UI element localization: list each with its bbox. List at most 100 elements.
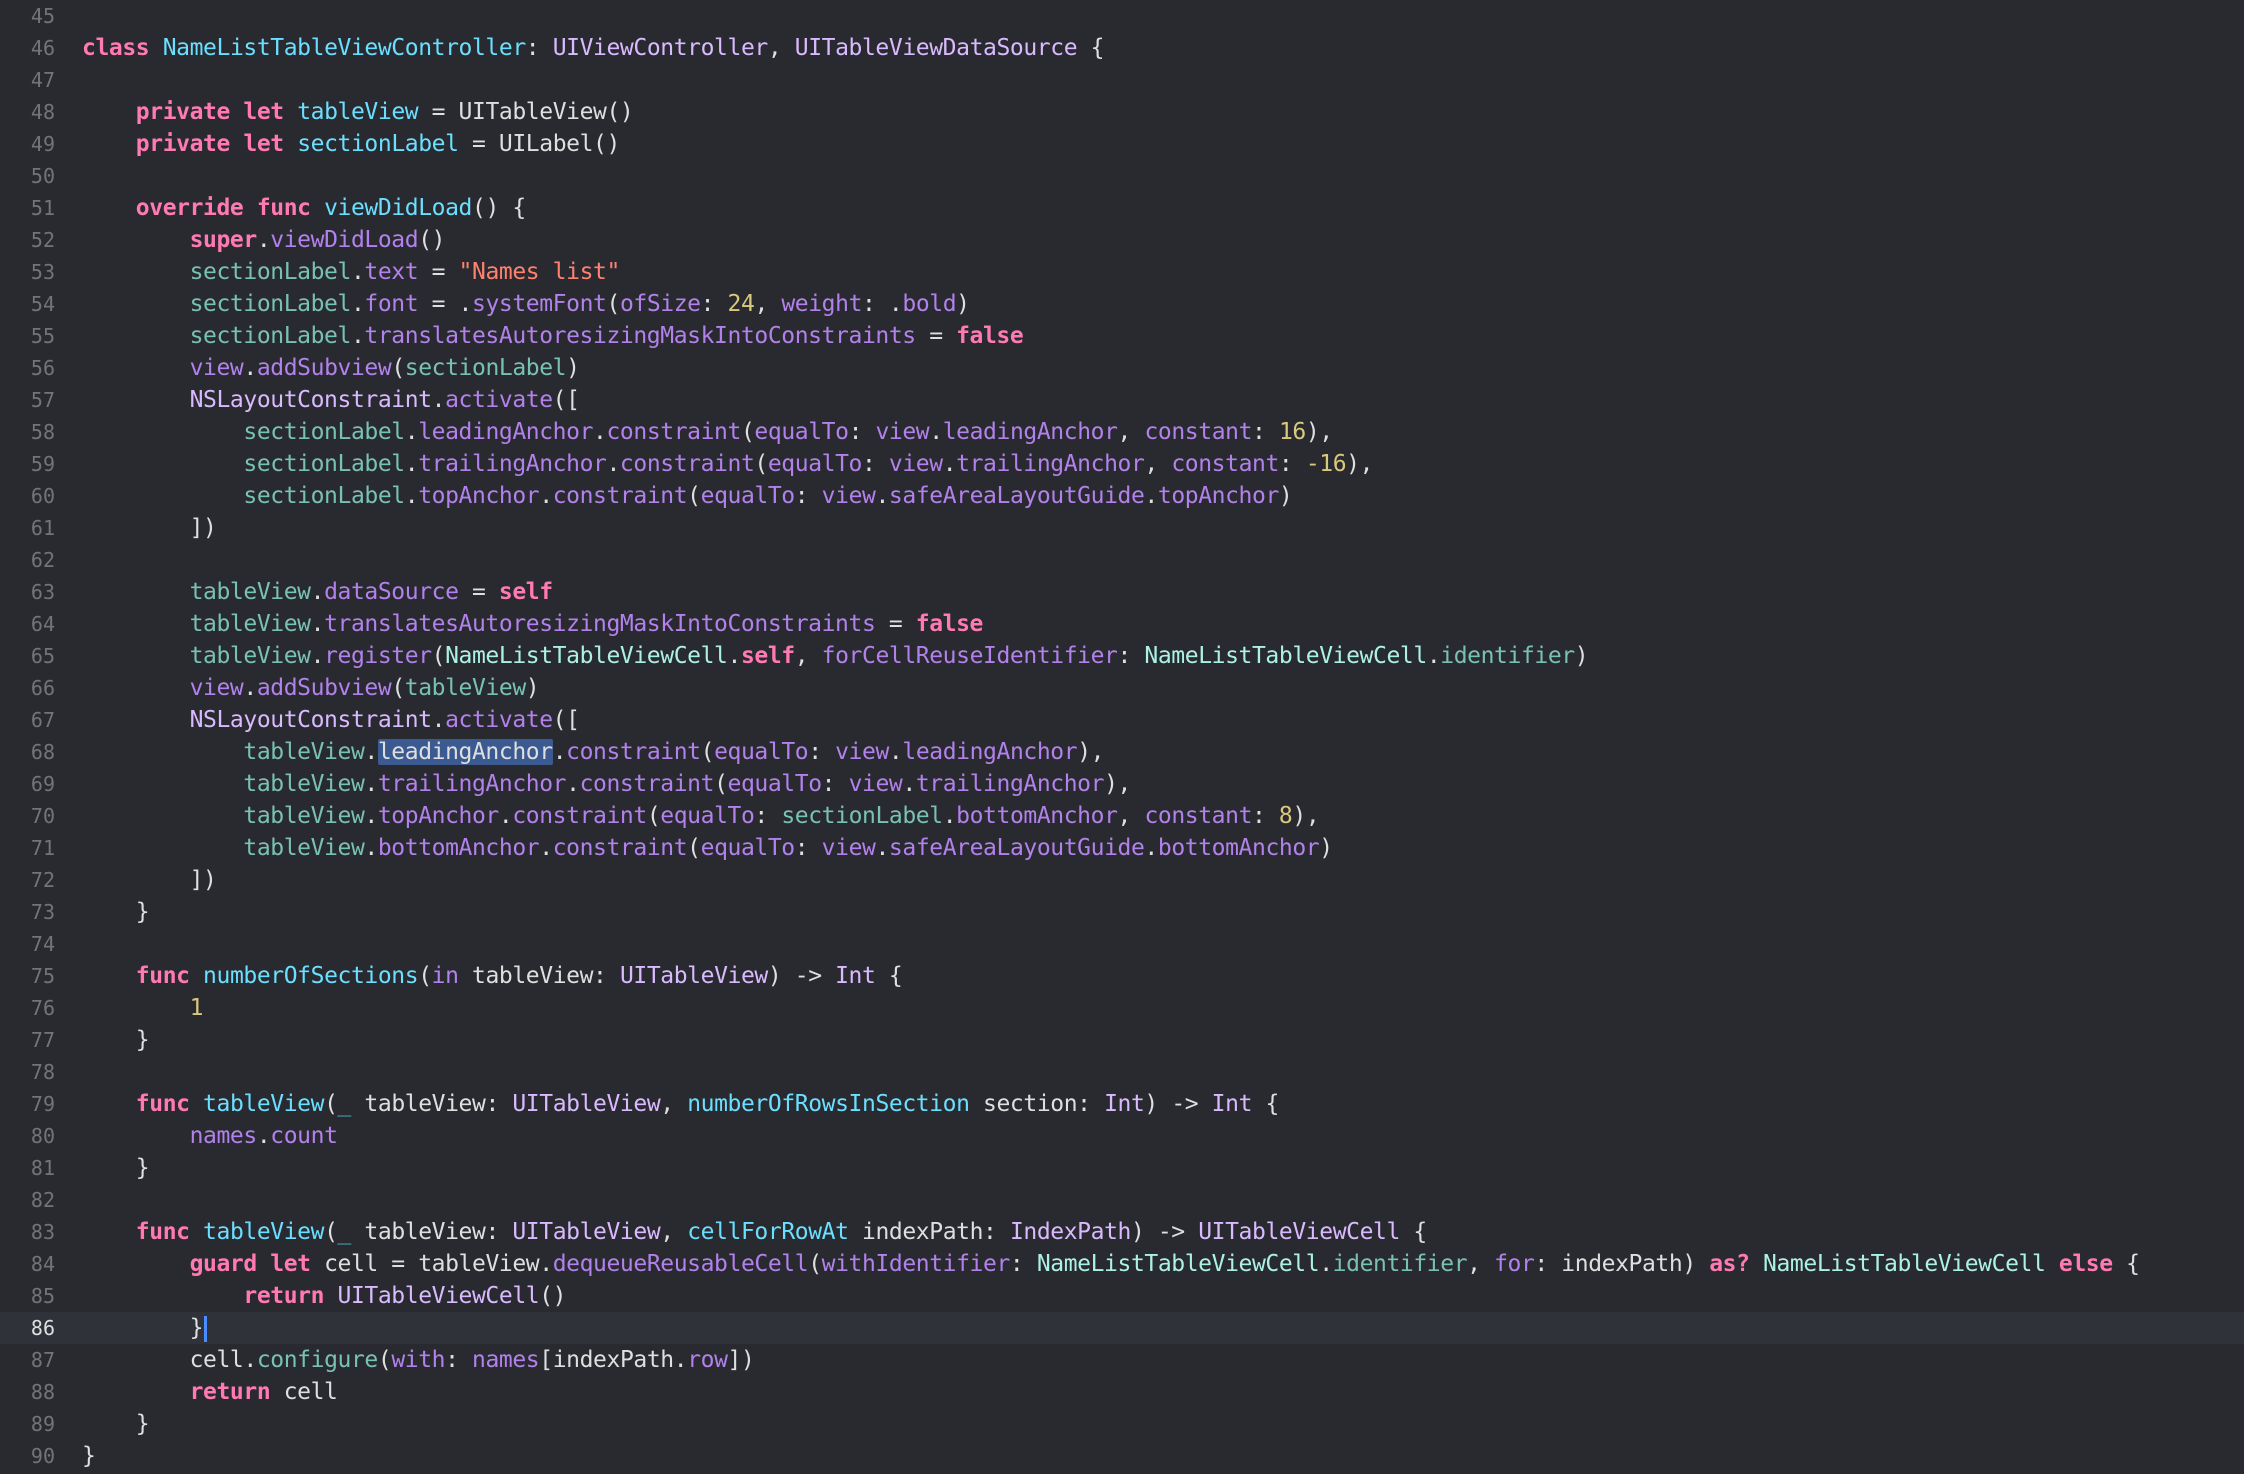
code-line[interactable]: 83 func tableView(_ tableView: UITableVi… [0,1216,2244,1248]
code-line[interactable]: 60 sectionLabel.topAnchor.constraint(equ… [0,480,2244,512]
line-code[interactable]: } [82,1024,150,1056]
code-line[interactable]: 80 names.count [0,1120,2244,1152]
line-code[interactable]: sectionLabel.leadingAnchor.constraint(eq… [82,416,1333,448]
line-code[interactable]: private let tableView = UITableView() [82,96,634,128]
code-line[interactable]: 66 view.addSubview(tableView) [0,672,2244,704]
code-line[interactable]: 87 cell.configure(with: names[indexPath.… [0,1344,2244,1376]
code-line[interactable]: 67 NSLayoutConstraint.activate([ [0,704,2244,736]
line-code[interactable]: } [82,1408,150,1440]
code-line[interactable]: 46 class NameListTableViewController: UIV… [0,32,2244,64]
code-line[interactable]: 62 [0,544,2244,576]
line-code[interactable]: } [82,1152,150,1184]
code-line[interactable]: 77 } [0,1024,2244,1056]
line-number: 52 [30,228,55,252]
code-line[interactable]: 84 guard let cell = tableView.dequeueReu… [0,1248,2244,1280]
code-line[interactable]: 76 1 [0,992,2244,1024]
code-line[interactable]: 63 tableView.dataSource = self [0,576,2244,608]
line-code[interactable]: func numberOfSections(in tableView: UITa… [82,960,903,992]
code-line[interactable]: 53 sectionLabel.text = "Names list" [0,256,2244,288]
code-line[interactable]: 70 tableView.topAnchor.constraint(equalT… [0,800,2244,832]
code-token: numberOfSections [203,963,419,989]
line-code[interactable]: ]) [82,864,217,896]
code-line[interactable]: 73 } [0,896,2244,928]
line-code[interactable]: view.addSubview(sectionLabel) [82,352,580,384]
line-code[interactable]: super.viewDidLoad() [82,224,446,256]
line-code[interactable]: tableView.leadingAnchor.constraint(equal… [82,736,1105,768]
code-line[interactable]: 55 sectionLabel.translatesAutoresizingMa… [0,320,2244,352]
code-token: weight [781,291,863,317]
code-line[interactable]: 45 [0,0,2244,32]
code-line[interactable]: 61 ]) [0,512,2244,544]
line-code[interactable]: guard let cell = tableView.dequeueReusab… [82,1248,2140,1280]
code-line[interactable]: 49 private let sectionLabel = UILabel() [0,128,2244,160]
line-code[interactable]: class NameListTableViewController: UIVie… [82,32,1104,64]
line-number: 73 [30,900,55,924]
line-code[interactable]: sectionLabel.font = .systemFont(ofSize: … [82,288,970,320]
line-code[interactable]: NSLayoutConstraint.activate([ [82,384,580,416]
code-line[interactable]: 64 tableView.translatesAutoresizingMaskI… [0,608,2244,640]
code-token: view [875,419,930,445]
code-line[interactable]: 89 } [0,1408,2244,1440]
code-line[interactable]: 88 return cell [0,1376,2244,1408]
code-token: , [1117,419,1145,445]
code-token: . [243,355,257,381]
line-code[interactable]: tableView.register(NameListTableViewCell… [82,640,1589,672]
code-editor[interactable]: 45 46 class NameListTableViewController: U… [0,0,2244,1474]
code-line[interactable]: 48 private let tableView = UITableView() [0,96,2244,128]
line-code[interactable]: names.count [82,1120,338,1152]
code-line[interactable]: 78 [0,1056,2244,1088]
code-line[interactable]: 85 return UITableViewCell() [0,1280,2244,1312]
line-code[interactable]: return UITableViewCell() [82,1280,566,1312]
code-token: , [1117,803,1145,829]
code-line[interactable]: 56 view.addSubview(sectionLabel) [0,352,2244,384]
code-line[interactable]: 74 [0,928,2244,960]
line-code[interactable]: 1 [82,992,204,1024]
line-code[interactable]: sectionLabel.topAnchor.constraint(equalT… [82,480,1292,512]
code-line[interactable]: 58 sectionLabel.leadingAnchor.constraint… [0,416,2244,448]
line-code[interactable]: func tableView(_ tableView: UITableView,… [82,1088,1280,1120]
code-line[interactable]: 81 } [0,1152,2244,1184]
line-code[interactable]: tableView.trailingAnchor.constraint(equa… [82,768,1131,800]
code-line[interactable]: 86 } [0,1312,2244,1344]
code-line[interactable]: 65 tableView.register(NameListTableViewC… [0,640,2244,672]
code-line[interactable]: 71 tableView.bottomAnchor.constraint(equ… [0,832,2244,864]
code-line[interactable]: 69 tableView.trailingAnchor.constraint(e… [0,768,2244,800]
code-line[interactable]: 57 NSLayoutConstraint.activate([ [0,384,2244,416]
line-code[interactable]: } [82,896,150,928]
line-code[interactable]: func tableView(_ tableView: UITableView,… [82,1216,1427,1248]
line-number: 83 [30,1220,55,1244]
line-code[interactable]: return cell [82,1376,338,1408]
code-line[interactable]: 54 sectionLabel.font = .systemFont(ofSiz… [0,288,2244,320]
line-code[interactable]: tableView.topAnchor.constraint(equalTo: … [82,800,1319,832]
line-code[interactable]: } [82,1312,208,1344]
code-line[interactable]: 59 sectionLabel.trailingAnchor.constrain… [0,448,2244,480]
line-code[interactable]: tableView.bottomAnchor.constraint(equalT… [82,832,1333,864]
line-code[interactable]: view.addSubview(tableView) [82,672,540,704]
line-code[interactable]: sectionLabel.trailingAnchor.constraint(e… [82,448,1373,480]
line-code[interactable]: ]) [82,512,217,544]
line-number: 77 [30,1028,55,1052]
code-line[interactable]: 75 func numberOfSections(in tableView: U… [0,960,2244,992]
code-line[interactable]: 47 [0,64,2244,96]
line-code[interactable]: tableView.dataSource = self [82,576,554,608]
line-code[interactable]: tableView.translatesAutoresizingMaskInto… [82,608,984,640]
line-code[interactable]: NSLayoutConstraint.activate([ [82,704,580,736]
line-code[interactable]: sectionLabel.translatesAutoresizingMaskI… [82,320,1024,352]
line-code[interactable]: cell.configure(with: names[indexPath.row… [82,1344,755,1376]
line-number: 80 [30,1124,55,1148]
code-line[interactable]: 51 override func viewDidLoad() { [0,192,2244,224]
line-code[interactable]: override func viewDidLoad() { [82,192,526,224]
code-line[interactable]: 90} [0,1440,2244,1472]
line-code[interactable]: } [82,1440,96,1472]
code-line[interactable]: 52 super.viewDidLoad() [0,224,2244,256]
code-line[interactable]: 72 ]) [0,864,2244,896]
code-line[interactable]: 82 [0,1184,2244,1216]
code-line[interactable]: 79 func tableView(_ tableView: UITableVi… [0,1088,2244,1120]
line-code[interactable]: sectionLabel.text = "Names list" [82,256,621,288]
code-token: = [418,259,459,285]
code-line[interactable]: 68 tableView.leadingAnchor.constraint(eq… [0,736,2244,768]
line-code[interactable]: private let sectionLabel = UILabel() [82,128,621,160]
code-line[interactable]: 50 [0,160,2244,192]
